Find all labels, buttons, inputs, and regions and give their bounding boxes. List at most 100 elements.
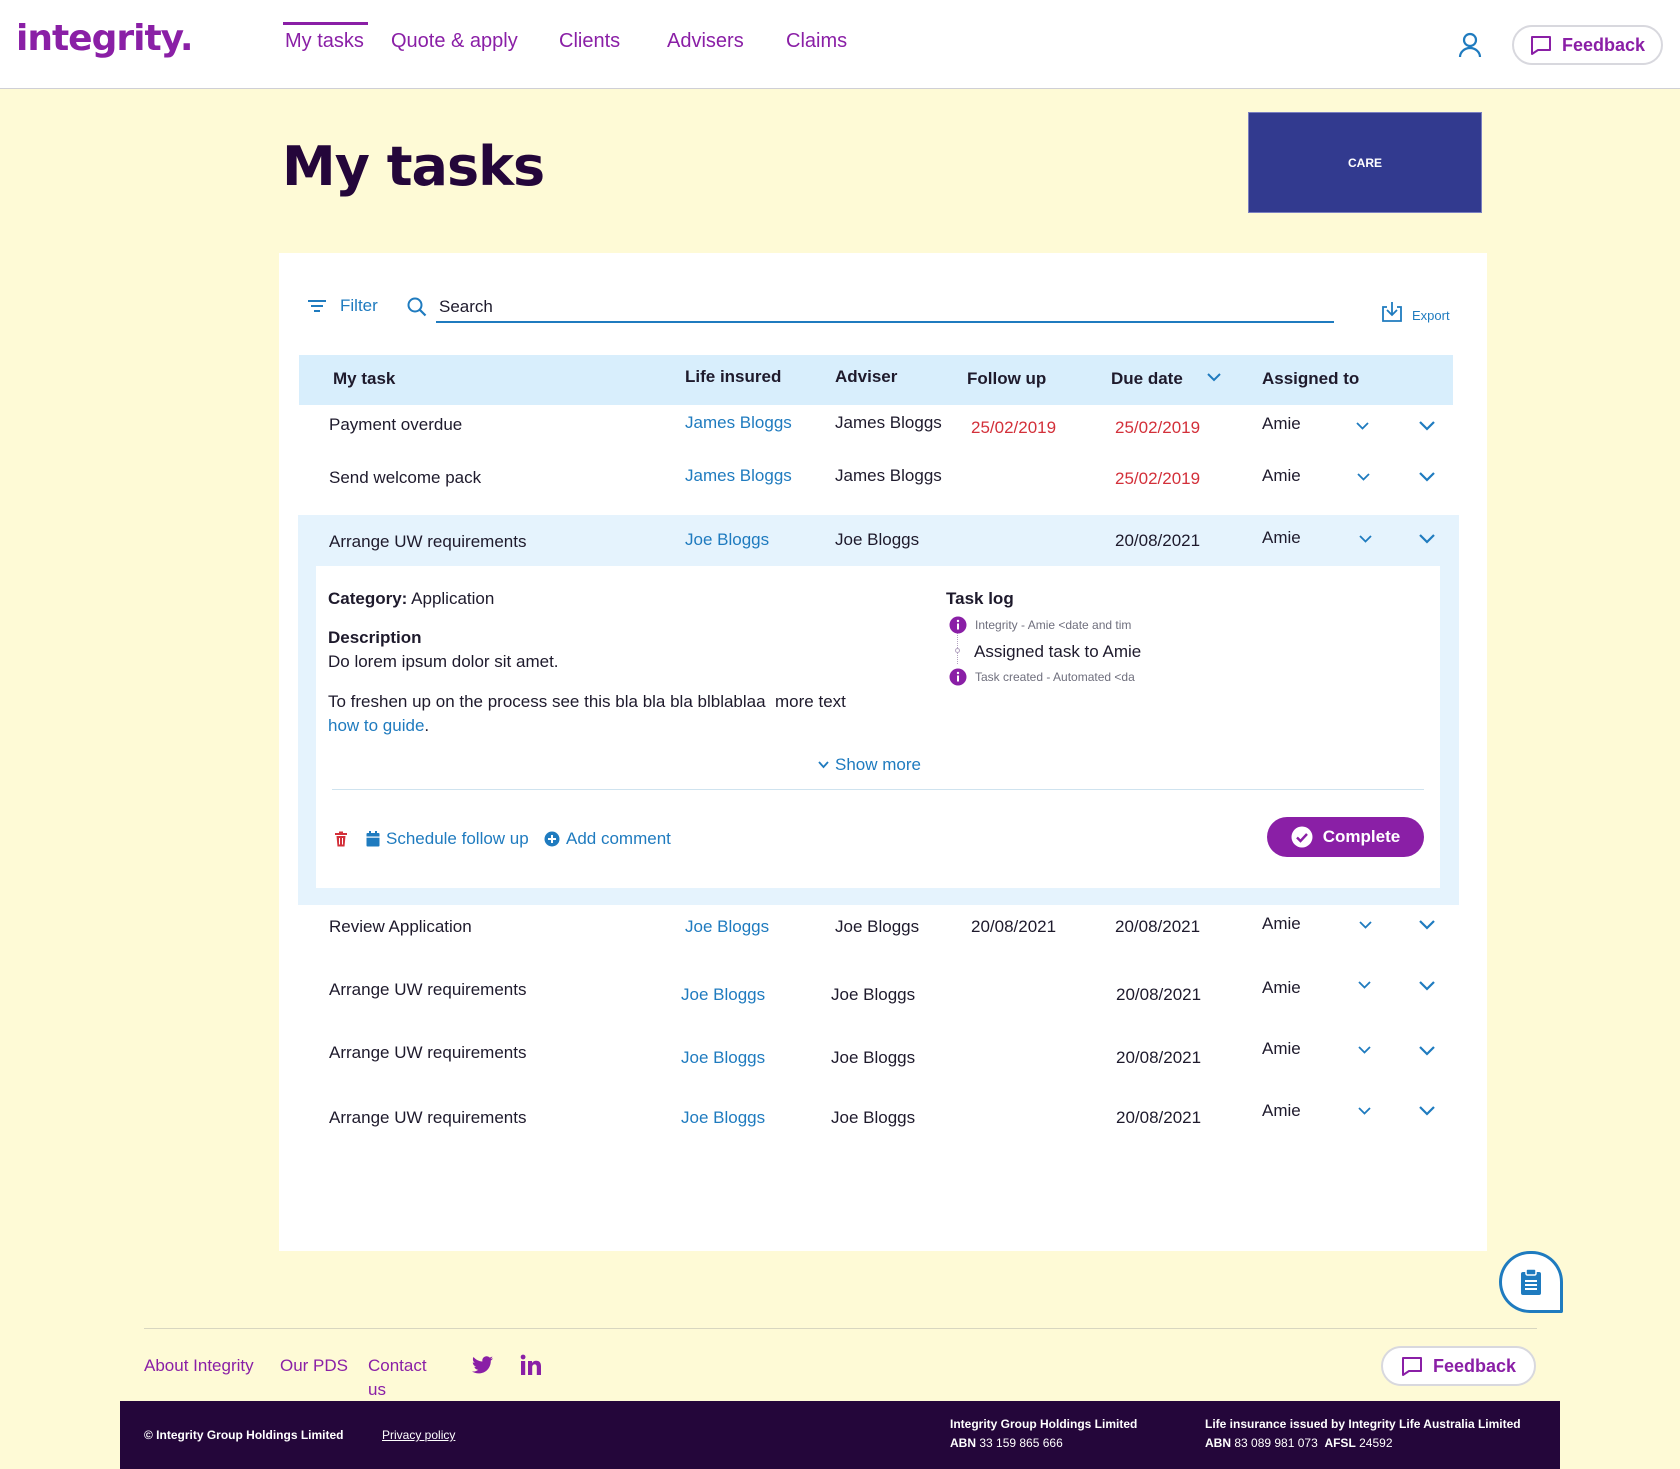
collapse-row-chevron-icon[interactable]	[1419, 534, 1435, 544]
row-2-adviser: James Bloggs	[835, 466, 942, 485]
footer-contact-link[interactable]: Contact	[368, 1356, 427, 1376]
task-log-timeline-line	[957, 630, 958, 664]
delete-trash-icon[interactable]	[334, 831, 348, 847]
guide-text: To freshen up on the process see this bl…	[328, 692, 846, 711]
expand-row-chevron-icon[interactable]	[1419, 1046, 1435, 1056]
care-banner[interactable]: CARE	[1248, 112, 1482, 213]
expand-row-chevron-icon[interactable]	[1419, 472, 1435, 482]
row-4-life-insured-link[interactable]: Joe Bloggs	[685, 917, 769, 937]
how-to-guide-link[interactable]: how to guide	[328, 716, 424, 735]
page-title: My tasks	[282, 135, 545, 198]
checkmark-circle-icon	[1291, 826, 1313, 848]
nav-advisers[interactable]: Advisers	[667, 30, 744, 53]
footer-divider	[144, 1328, 1537, 1329]
filter-button[interactable]: Filter	[306, 296, 378, 316]
row-7-life-insured-link[interactable]: Joe Bloggs	[681, 1108, 765, 1128]
guide-line: how to guide.	[328, 716, 429, 736]
expand-row-chevron-icon[interactable]	[1419, 421, 1435, 431]
row-2-task: Send welcome pack	[329, 468, 482, 487]
column-header-due-date[interactable]: Due date	[1111, 369, 1183, 389]
row-6-due-date: 20/08/2021	[1116, 1048, 1202, 1067]
show-more-label: Show more	[835, 755, 921, 774]
assign-dropdown-chevron-icon[interactable]	[1358, 981, 1371, 989]
expand-row-chevron-icon[interactable]	[1419, 1106, 1435, 1116]
row-6-life-insured-link[interactable]: Joe Bloggs	[681, 1048, 765, 1068]
export-button[interactable]: Export	[1380, 301, 1450, 323]
row-2-life-insured-link[interactable]: James Bloggs	[685, 466, 792, 486]
guide-period: .	[424, 716, 430, 735]
user-account-icon[interactable]	[1458, 32, 1482, 58]
row-1-follow-up: 25/02/2019	[971, 418, 1057, 437]
row-4-follow-up: 20/08/2021	[971, 917, 1057, 936]
sort-chevron-icon[interactable]	[1207, 373, 1221, 382]
speech-bubble-icon	[1530, 34, 1552, 56]
search-icon	[407, 297, 427, 317]
column-header-my-task: My task	[333, 369, 396, 388]
company-2-abn-afsl: ABN 83 089 981 073 AFSL 24592	[1205, 1436, 1393, 1450]
active-tab-indicator	[283, 22, 368, 25]
schedule-follow-up-label: Schedule follow up	[386, 829, 529, 848]
assign-dropdown-chevron-icon[interactable]	[1359, 535, 1372, 543]
row-7-adviser: Joe Bloggs	[831, 1108, 916, 1127]
row-4-adviser: Joe Bloggs	[835, 917, 920, 936]
schedule-follow-up-button[interactable]: Schedule follow up	[366, 829, 529, 849]
show-more-button[interactable]: Show more	[818, 755, 921, 775]
expand-row-chevron-icon[interactable]	[1419, 920, 1435, 930]
row-1-life-insured-link[interactable]: James Bloggs	[685, 413, 792, 433]
copyright-text: © Integrity Group Holdings Limited	[144, 1428, 344, 1442]
search-input[interactable]	[436, 292, 1334, 323]
footer-contact-link-continued[interactable]: us	[368, 1380, 386, 1400]
filter-label: Filter	[340, 296, 378, 315]
integrity-logo[interactable]: integrity.	[16, 18, 194, 59]
linkedin-icon[interactable]	[520, 1354, 542, 1376]
footer-feedback-button[interactable]: Feedback	[1381, 1346, 1536, 1386]
task-clipboard-fab[interactable]	[1499, 1251, 1563, 1313]
twitter-icon[interactable]	[472, 1356, 494, 1374]
row-3-task: Arrange UW requirements	[329, 532, 527, 551]
column-header-assigned-to: Assigned to	[1262, 369, 1360, 388]
add-comment-button[interactable]: Add comment	[544, 829, 671, 849]
row-6-assigned: Amie	[1262, 1039, 1301, 1058]
row-1-adviser: James Bloggs	[835, 413, 942, 432]
row-7-assigned: Amie	[1262, 1101, 1301, 1120]
nav-clients[interactable]: Clients	[559, 30, 620, 53]
row-4-task: Review Application	[329, 917, 472, 936]
afsl-value: 24592	[1359, 1436, 1393, 1450]
afsl-label: AFSL	[1324, 1436, 1356, 1450]
task-log-meta-2: Task created - Automated <da	[975, 670, 1135, 684]
column-header-adviser: Adviser	[835, 367, 898, 386]
feedback-button[interactable]: Feedback	[1512, 25, 1663, 65]
timeline-dot	[955, 648, 960, 653]
row-3-life-insured-link[interactable]: Joe Bloggs	[685, 530, 769, 550]
row-3-adviser: Joe Bloggs	[835, 530, 920, 549]
nav-claims[interactable]: Claims	[786, 30, 847, 53]
footer-about-link[interactable]: About Integrity	[144, 1356, 254, 1376]
company-1-abn: ABN 33 159 865 666	[950, 1436, 1063, 1450]
row-5-life-insured-link[interactable]: Joe Bloggs	[681, 985, 765, 1005]
add-comment-label: Add comment	[566, 829, 671, 848]
row-5-due-date: 20/08/2021	[1116, 985, 1202, 1004]
assign-dropdown-chevron-icon[interactable]	[1359, 921, 1372, 929]
row-7-due-date: 20/08/2021	[1116, 1108, 1202, 1127]
complete-label: Complete	[1322, 827, 1401, 846]
assign-dropdown-chevron-icon[interactable]	[1358, 1046, 1371, 1054]
abn-label: ABN	[1205, 1436, 1231, 1450]
nav-my-tasks[interactable]: My tasks	[285, 30, 364, 53]
row-7-task: Arrange UW requirements	[329, 1108, 527, 1127]
category-line: Category: Application	[328, 589, 494, 609]
footer-pds-link[interactable]: Our PDS	[280, 1356, 348, 1376]
task-log-entry-1: Assigned task to Amie	[974, 642, 1142, 661]
assign-dropdown-chevron-icon[interactable]	[1357, 473, 1370, 481]
nav-quote-apply[interactable]: Quote & apply	[391, 30, 518, 53]
expand-row-chevron-icon[interactable]	[1419, 981, 1435, 991]
chevron-down-icon	[818, 761, 829, 769]
privacy-policy-link[interactable]: Privacy policy	[382, 1428, 455, 1442]
info-icon	[949, 668, 967, 686]
task-log-title: Task log	[946, 589, 1014, 608]
assign-dropdown-chevron-icon[interactable]	[1358, 1107, 1371, 1115]
column-header-life-insured: Life insured	[685, 367, 782, 386]
export-label: Export	[1412, 308, 1450, 323]
assign-dropdown-chevron-icon[interactable]	[1356, 422, 1369, 430]
abn-label: ABN	[950, 1436, 976, 1450]
complete-button[interactable]: Complete	[1267, 817, 1424, 857]
